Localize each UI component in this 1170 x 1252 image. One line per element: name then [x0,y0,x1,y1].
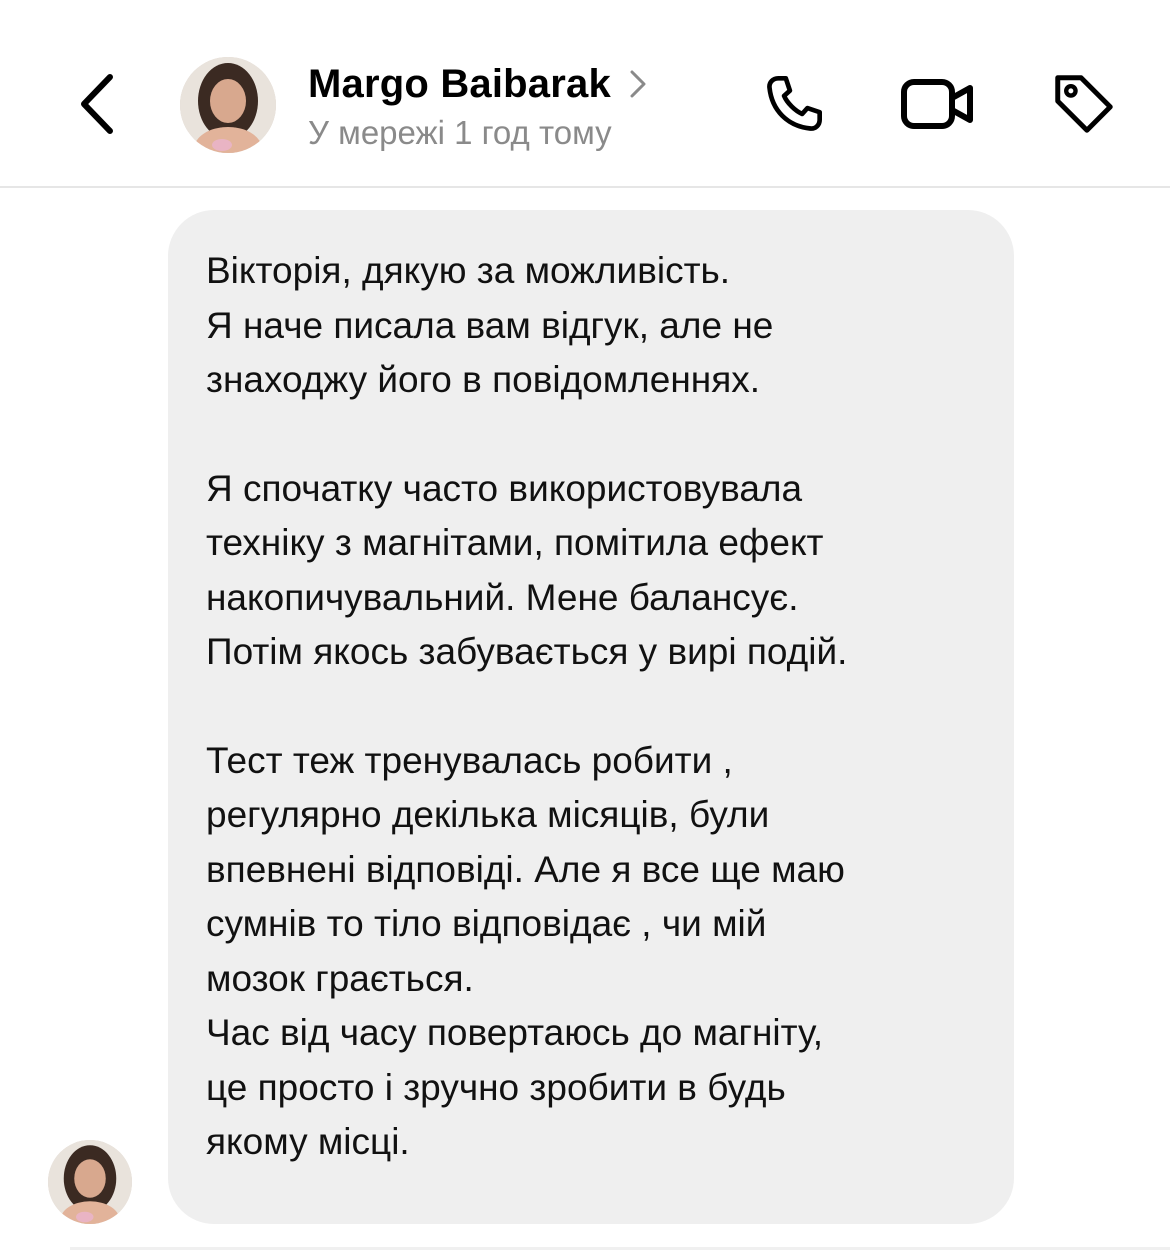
chat-header: Margo Baibarak У мережі 1 год тому [0,0,1170,188]
tag-button[interactable] [1046,66,1122,142]
sender-avatar[interactable] [48,1140,132,1224]
contact-name[interactable]: Margo Baibarak [308,62,611,107]
video-camera-icon [901,79,973,129]
tag-icon [1055,75,1113,133]
composer-divider [70,1247,1170,1250]
online-status: У мережі 1 год тому [308,114,612,151]
chevron-left-icon [81,74,113,134]
message-bubble[interactable]: Вікторія, дякую за можливість. Я наче пи… [168,210,1014,1224]
message-paragraph: Тест теж тренувалась робити , регулярно … [206,739,845,1163]
call-button[interactable] [756,66,832,142]
message-paragraph: Я спочатку часто використовувала техніку… [206,467,848,673]
message-paragraph: Вікторія, дякую за можливість. Я наче пи… [206,250,774,400]
phone-icon [767,76,822,131]
chevron-right-icon [629,68,651,100]
back-button[interactable] [66,64,126,144]
video-call-button[interactable] [900,66,976,142]
avatar-image [48,1140,132,1224]
avatar-image [180,57,276,153]
avatar[interactable] [180,57,276,153]
contact-name-row[interactable]: Margo Baibarak [308,60,651,108]
